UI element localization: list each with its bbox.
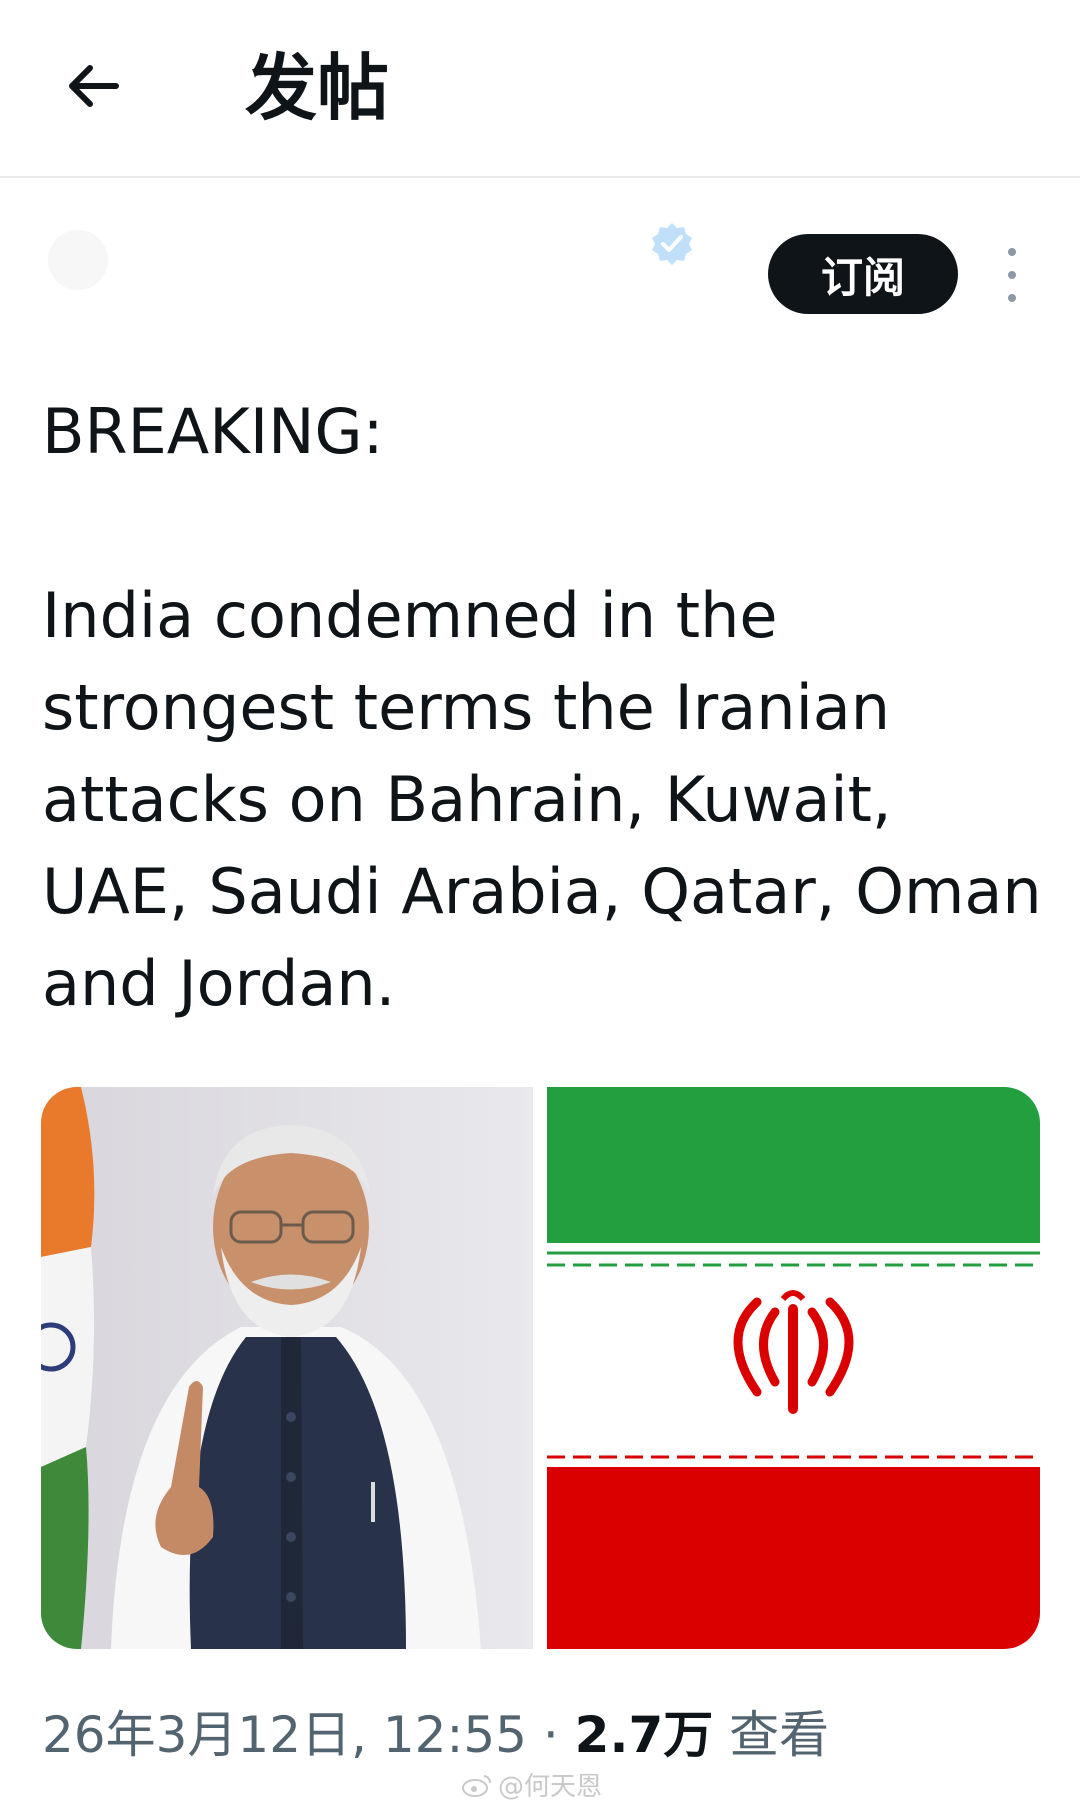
media-photo-person[interactable]: [41, 1087, 533, 1649]
more-dot-icon: [1008, 248, 1016, 256]
post-lead-text: BREAKING:: [42, 395, 384, 468]
avatar[interactable]: [48, 230, 108, 290]
person-photo-icon: [41, 1087, 533, 1649]
page-title: 发帖: [245, 46, 390, 130]
watermark: @何天恩: [462, 1766, 602, 1803]
media-photo-flag[interactable]: [547, 1087, 1040, 1649]
iran-flag-icon: [547, 1087, 1040, 1649]
post-timestamp[interactable]: 26年3月12日, 12:55: [42, 1706, 527, 1764]
verified-badge-icon: [652, 223, 692, 265]
arrow-left-icon: [69, 65, 119, 107]
more-dot-icon: [1008, 271, 1016, 279]
post-detail-page: 发帖 订阅 BREAKING: India condemned in the s…: [0, 0, 1080, 1809]
author-display-name[interactable]: [132, 214, 612, 254]
more-dot-icon: [1008, 294, 1016, 302]
author-handle[interactable]: [300, 288, 660, 338]
post-meta: 26年3月12日, 12:55 · 2.7万 查看: [42, 1700, 829, 1770]
watermark-text: @何天恩: [498, 1772, 603, 1802]
weibo-logo-icon: [462, 1774, 491, 1797]
views-count[interactable]: 2.7万: [575, 1706, 714, 1764]
subscribe-button[interactable]: 订阅: [768, 234, 958, 314]
author-row: 订阅: [0, 178, 1080, 378]
post-body: BREAKING: India condemned in the stronge…: [42, 386, 1042, 1030]
more-options-button[interactable]: [990, 248, 1034, 302]
meta-separator: ·: [542, 1706, 559, 1764]
back-button[interactable]: [52, 44, 136, 128]
post-body-text: India condemned in the strongest terms t…: [42, 579, 1042, 1020]
views-label[interactable]: 查看: [729, 1706, 829, 1764]
top-app-bar: 发帖: [0, 0, 1080, 178]
media-grid: [41, 1087, 1040, 1649]
